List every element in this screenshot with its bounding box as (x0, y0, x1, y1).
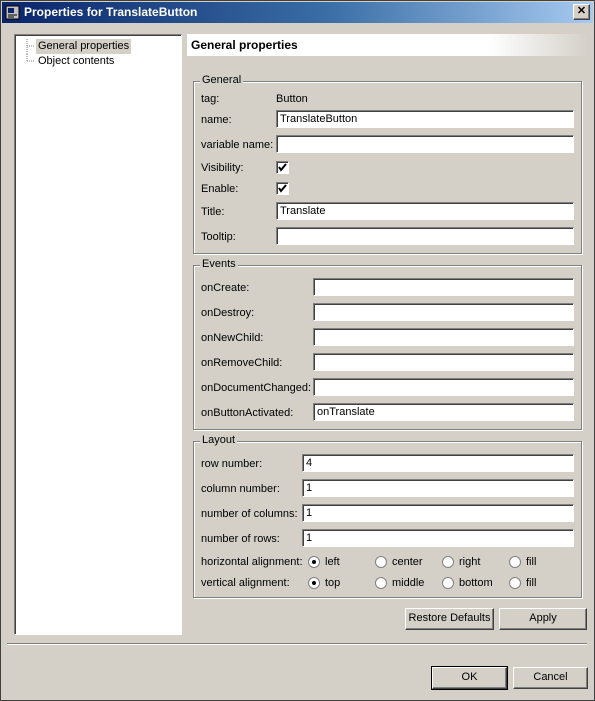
page-title: General properties (191, 38, 298, 52)
property-pages-tree: General properties Object contents (14, 34, 182, 635)
close-button[interactable]: ✕ (573, 4, 590, 20)
visibility-label: Visibility: (201, 162, 244, 174)
general-group: General tag: Button name: TranslateButto… (193, 74, 582, 254)
checkmark-icon (278, 184, 287, 193)
page-header: General properties (187, 34, 589, 56)
tooltip-label: Tooltip: (201, 231, 236, 243)
onremovechild-input[interactable] (313, 353, 574, 371)
tree-item-label: General properties (36, 39, 132, 54)
number-of-rows-label: number of rows: (201, 533, 280, 545)
enable-checkbox[interactable] (276, 182, 289, 195)
row-number-input[interactable]: 4 (302, 454, 574, 472)
valign-middle-label: middle (392, 577, 425, 589)
events-group: Events onCreate: onDestroy: onNewChild: … (193, 258, 582, 430)
valign-fill-label: fill (526, 577, 537, 589)
variable-name-label: variable name: (201, 139, 274, 151)
tag-label: tag: (201, 93, 220, 105)
ondocumentchanged-input[interactable] (313, 378, 574, 396)
app-icon (5, 5, 20, 20)
halign-left-label: left (325, 556, 340, 568)
name-input[interactable]: TranslateButton (276, 110, 574, 128)
onbuttonactivated-input[interactable]: onTranslate (313, 403, 574, 421)
number-of-columns-input[interactable]: 1 (302, 504, 574, 522)
layout-legend: Layout (200, 434, 238, 446)
onnewchild-input[interactable] (313, 328, 574, 346)
valign-top-label: top (325, 577, 341, 589)
number-of-rows-input[interactable]: 1 (302, 529, 574, 547)
title-input[interactable]: Translate (276, 202, 574, 220)
title-label: Title: (201, 206, 225, 218)
name-label: name: (201, 114, 232, 126)
checkmark-icon (278, 163, 287, 172)
number-of-columns-label: number of columns: (201, 508, 298, 520)
halign-right-label: right (459, 556, 481, 568)
restore-defaults-button[interactable]: Restore Defaults (405, 608, 494, 630)
tree-item-label: Object contents (38, 55, 115, 67)
title-bar[interactable]: Properties for TranslateButton ✕ (2, 2, 593, 23)
ok-button[interactable]: OK (431, 666, 508, 690)
column-number-input[interactable]: 1 (302, 479, 574, 497)
tooltip-input[interactable] (276, 227, 574, 245)
halign-right-radio[interactable] (442, 556, 454, 568)
horizontal-alignment-label: horizontal alignment: (201, 556, 303, 568)
valign-fill-radio[interactable] (509, 577, 521, 589)
event-label-ondocumentchanged: onDocumentChanged: (201, 382, 312, 394)
layout-group: Layout row number: 4 column number: 1 nu… (193, 434, 582, 598)
vertical-alignment-label: vertical alignment: (201, 577, 290, 589)
apply-button[interactable]: Apply (499, 608, 587, 630)
halign-fill-radio[interactable] (509, 556, 521, 568)
tree-connector-icon (26, 54, 35, 62)
halign-fill-label: fill (526, 556, 537, 568)
valign-bottom-radio[interactable] (442, 577, 454, 589)
general-legend: General (200, 74, 244, 86)
valign-middle-radio[interactable] (375, 577, 387, 589)
properties-dialog: Properties for TranslateButton ✕ General… (0, 0, 595, 701)
event-label-onremovechild: onRemoveChild: (201, 357, 283, 369)
oncreate-input[interactable] (313, 278, 574, 296)
halign-center-radio[interactable] (375, 556, 387, 568)
events-legend: Events (200, 258, 238, 270)
footer-divider (7, 643, 587, 645)
variable-name-input[interactable] (276, 135, 574, 153)
visibility-checkbox[interactable] (276, 161, 289, 174)
cancel-button[interactable]: Cancel (513, 667, 588, 689)
ondestroy-input[interactable] (313, 303, 574, 321)
tree-connector-icon (26, 39, 35, 54)
valign-bottom-label: bottom (459, 577, 493, 589)
enable-label: Enable: (201, 183, 239, 195)
window-title: Properties for TranslateButton (24, 5, 198, 19)
halign-left-radio[interactable] (308, 556, 320, 568)
row-number-label: row number: (201, 458, 263, 470)
event-label-onbuttonactivated: onButtonActivated: (201, 407, 294, 419)
tag-value: Button (276, 93, 308, 105)
event-label-ondestroy: onDestroy: (201, 307, 255, 319)
column-number-label: column number: (201, 483, 280, 495)
event-label-oncreate: onCreate: (201, 282, 250, 294)
halign-center-label: center (392, 556, 423, 568)
event-label-onnewchild: onNewChild: (201, 332, 264, 344)
close-icon: ✕ (576, 5, 587, 17)
valign-top-radio[interactable] (308, 577, 320, 589)
